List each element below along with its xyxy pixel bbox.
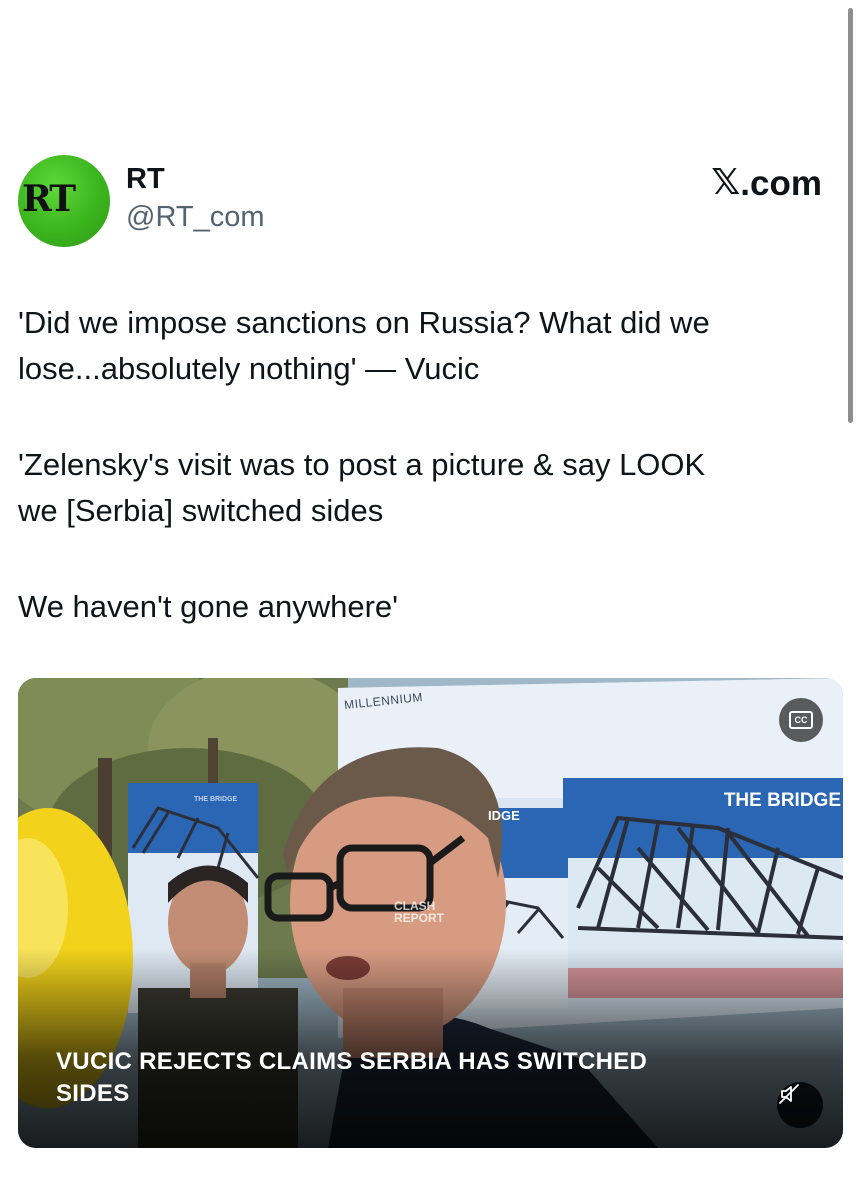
tweet-line: 'Zelensky's visit was to post a picture …	[18, 447, 706, 482]
closed-captions-icon: CC	[789, 711, 813, 729]
tweet-line: 'Did we impose sanctions on Russia? What…	[18, 305, 710, 340]
tweet-line: lose...absolutely nothing' — Vucic	[18, 351, 480, 386]
scrollbar[interactable]	[848, 8, 853, 423]
avatar-logo-text: RT	[22, 178, 76, 220]
x-logo-icon: 𝕏	[711, 162, 741, 203]
sign-text-left: THE BRIDGE	[194, 796, 238, 803]
caption-line: SIDES	[56, 1080, 130, 1107]
tweet-line: We haven't gone anywhere'	[18, 589, 399, 624]
speaker-muted-icon	[779, 1084, 799, 1104]
avatar[interactable]: RT	[18, 155, 110, 247]
tweet-text: 'Did we impose sanctions on Russia? What…	[18, 300, 838, 630]
mute-button[interactable]	[777, 1082, 823, 1128]
clash-report-watermark: CLASH REPORT	[394, 900, 444, 924]
tweet-header: RT RT @RT_com 𝕏 .com	[18, 155, 826, 247]
site-domain: .com	[740, 163, 822, 203]
sign-text-right: THE BRIDGE	[723, 790, 841, 811]
sign-text-middle: IDGE	[488, 808, 520, 823]
video-player[interactable]: MILLENNIUM THE BRIDGE IDGE THE BRIDGE CL…	[18, 678, 843, 1148]
caption-line: VUCIC REJECTS CLAIMS SERBIA HAS SWITCHED	[56, 1048, 648, 1075]
site-label: 𝕏 .com	[711, 165, 822, 201]
tweet-line: we [Serbia] switched sides	[18, 493, 384, 528]
watermark-line: REPORT	[394, 911, 445, 925]
display-name[interactable]: RT	[126, 165, 165, 194]
account-handle[interactable]: @RT_com	[126, 203, 265, 232]
video-caption: VUCIC REJECTS CLAIMS SERBIA HAS SWITCHED…	[56, 1046, 776, 1110]
closed-captions-button[interactable]: CC	[779, 698, 823, 742]
